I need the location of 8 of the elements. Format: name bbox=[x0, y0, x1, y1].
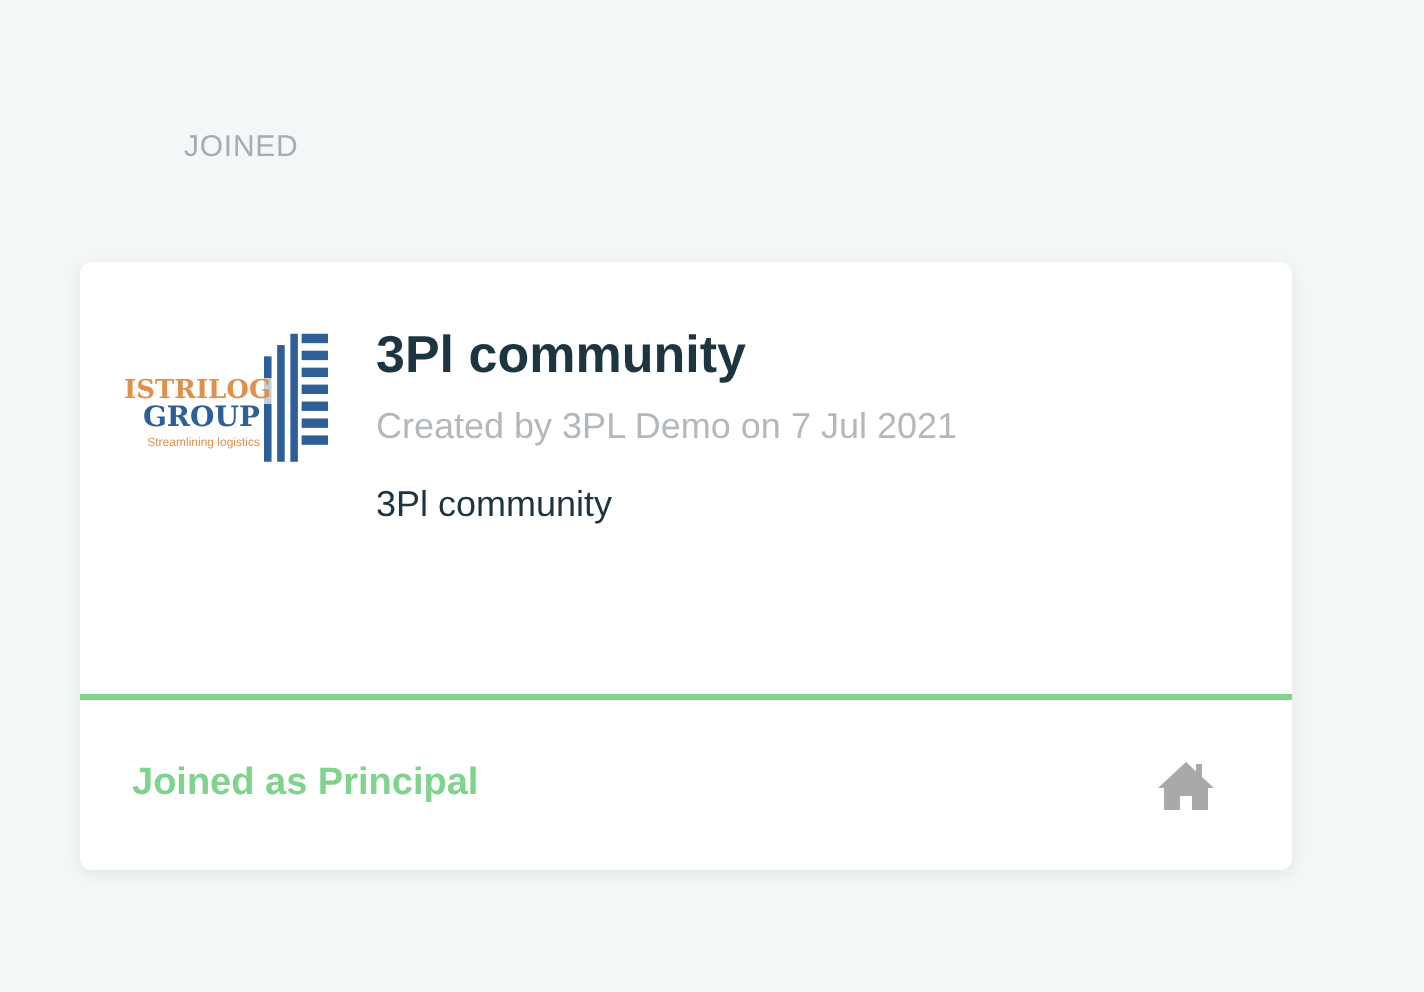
community-description: 3Pl community bbox=[376, 481, 615, 528]
section-heading: JOINED bbox=[184, 130, 299, 164]
logo-wordmark: ISTRILOG bbox=[124, 378, 272, 404]
home-icon[interactable] bbox=[1156, 759, 1216, 811]
logo-wordmark: GROUP bbox=[142, 404, 260, 432]
created-by-text: Created by 3PL Demo on 7 Jul 2021 bbox=[376, 403, 958, 450]
membership-status: Joined as Principal bbox=[132, 760, 479, 809]
community-title[interactable]: 3Pl community bbox=[376, 322, 958, 387]
